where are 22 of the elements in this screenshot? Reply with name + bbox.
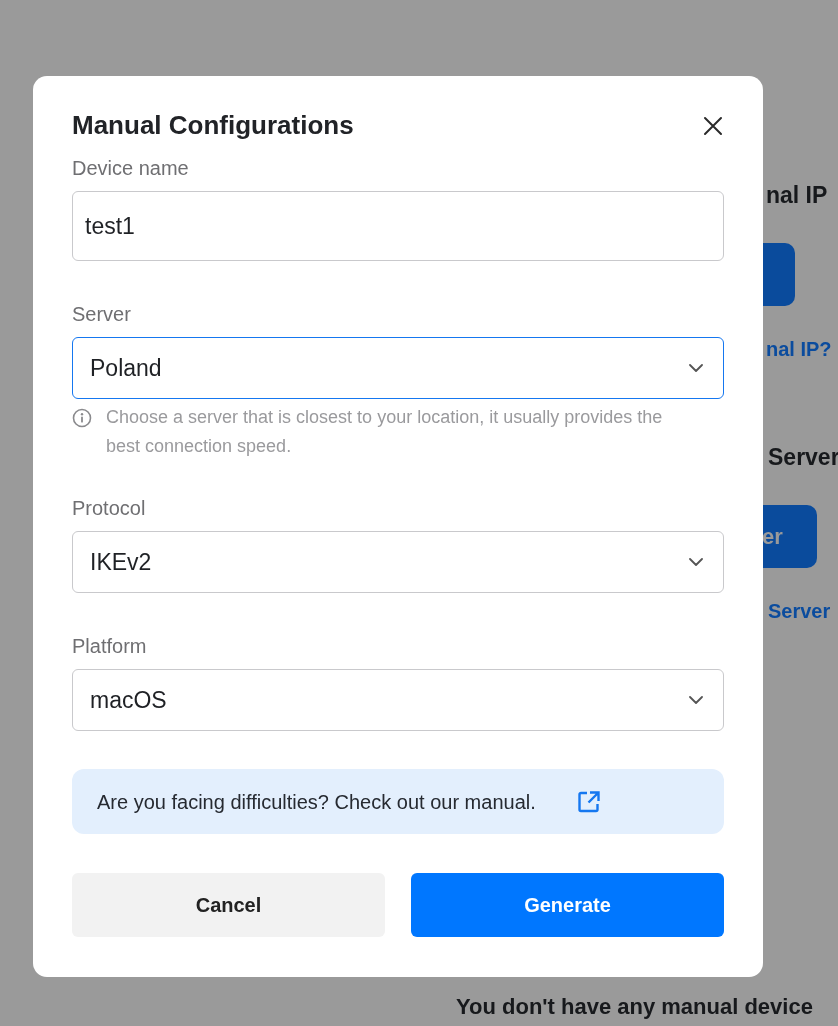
field-label: Platform xyxy=(72,634,148,660)
close-icon xyxy=(702,114,724,137)
field-label: Device name xyxy=(72,156,190,182)
hint-text: Choose a server that is closest to your location, it usually provides the best connection speed. xyxy=(106,406,664,459)
section-heading: nal IP xyxy=(766,181,829,210)
empty-message: You don't have any manual device xyxy=(456,993,813,1021)
text-field[interactable]: test1 xyxy=(72,191,724,262)
cancel-button[interactable]: Cancel xyxy=(72,873,385,938)
generate-button[interactable]: Generate xyxy=(411,873,724,938)
chevron-down-icon xyxy=(689,696,703,705)
dropdown-select[interactable]: macOS xyxy=(72,669,724,732)
external-link-icon[interactable] xyxy=(576,789,601,814)
chevron-down-icon xyxy=(689,558,703,567)
close-button[interactable] xyxy=(702,114,724,137)
notice-text: Are you facing difficulties? Check out our manual. xyxy=(97,789,536,815)
dropdown-select[interactable]: Poland xyxy=(72,337,724,400)
chevron-down-icon xyxy=(689,364,703,373)
field-label: Protocol xyxy=(72,496,147,522)
field-label: Server xyxy=(72,302,132,328)
info-icon xyxy=(72,408,92,429)
dialog-title: Manual Configurations xyxy=(72,110,354,142)
dropdown-select[interactable]: IKEv2 xyxy=(72,531,724,594)
